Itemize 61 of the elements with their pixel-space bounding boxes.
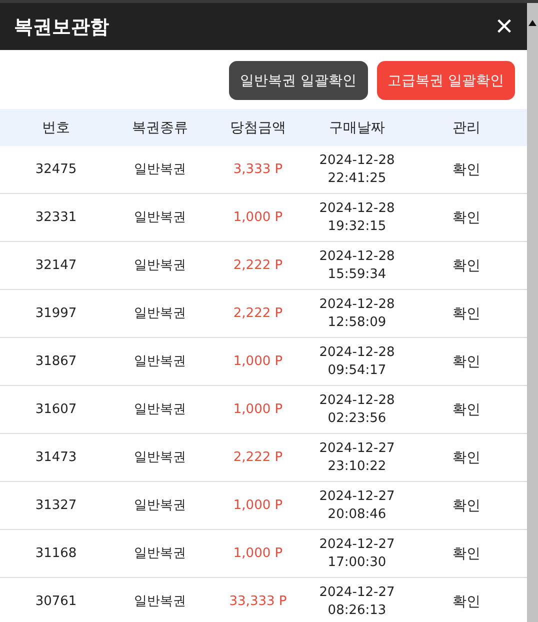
date-cell-text: 2024-12-28 09:54:17	[318, 344, 396, 380]
column-header: 복권종류	[131, 118, 189, 136]
close-button[interactable]: ×	[495, 14, 513, 40]
table-cell-text: 31997	[34, 304, 78, 322]
amount-cell-text: 1,000 P	[232, 496, 284, 514]
date-cell-text: 2024-12-28 12:58:09	[318, 296, 396, 332]
amount-cell-text: 1,000 P	[232, 352, 284, 370]
amount-cell-text: 3,333 P	[232, 160, 284, 178]
table-cell-text: 31327	[34, 496, 78, 514]
amount-cell-text: 2,222 P	[232, 256, 284, 274]
amount-cell-text: 2,222 P	[232, 304, 284, 322]
table-cell-text: 일반복권	[133, 592, 187, 610]
table-cell-text: 일반복권	[133, 400, 187, 418]
column-header: 당첨금액	[229, 118, 287, 136]
date-cell-text: 2024-12-27 20:08:46	[318, 488, 396, 524]
scrollbar[interactable]	[527, 3, 538, 622]
table-cell-text: 일반복권	[133, 352, 187, 370]
table-cell-text: 일반복권	[133, 448, 187, 466]
amount-cell-text: 2,222 P	[232, 448, 284, 466]
table-cell-text: 31607	[34, 400, 78, 418]
table-cell-text: 32475	[34, 160, 78, 178]
amount-cell-text: 1,000 P	[232, 208, 284, 226]
amount-cell-text: 1,000 P	[232, 400, 284, 418]
table-cell-text: 32331	[34, 208, 78, 226]
window-title: 복권보관함	[14, 14, 109, 40]
confirm-link[interactable]: 확인	[450, 206, 482, 228]
confirm-link[interactable]: 확인	[450, 302, 482, 324]
table-cell-text: 31867	[34, 352, 78, 370]
column-header: 관리	[452, 118, 482, 136]
confirm-link[interactable]: 확인	[450, 494, 482, 516]
confirm-all-button[interactable]: 일반복권 일괄확인	[229, 61, 368, 100]
confirm-link[interactable]: 확인	[450, 446, 482, 468]
table-cell-text: 일반복권	[133, 496, 187, 514]
confirm-link[interactable]: 확인	[450, 350, 482, 372]
date-cell-text: 2024-12-27 17:00:30	[318, 536, 396, 572]
table-cell-text: 일반복권	[133, 304, 187, 322]
table-cell-text: 일반복권	[133, 160, 187, 178]
date-cell-text: 2024-12-28 02:23:56	[318, 392, 396, 428]
confirm-link[interactable]: 확인	[450, 542, 482, 564]
amount-cell-text: 1,000 P	[232, 544, 284, 562]
amount-cell-text: 33,333 P	[228, 592, 288, 610]
table-cell-text: 일반복권	[133, 256, 187, 274]
premium-confirm-all-button[interactable]: 고급복권 일괄확인	[376, 61, 515, 100]
table-cell-text: 31473	[34, 448, 78, 466]
scroll-up-icon[interactable]	[528, 19, 537, 27]
table-cell-text: 30761	[34, 592, 78, 610]
confirm-link[interactable]: 확인	[450, 590, 482, 612]
column-header: 번호	[41, 118, 71, 136]
table-cell-text: 32147	[34, 256, 78, 274]
table-cell-text: 31168	[34, 544, 78, 562]
date-cell-text: 2024-12-27 08:26:13	[318, 584, 396, 620]
confirm-link[interactable]: 확인	[450, 398, 482, 420]
column-header: 구매날짜	[328, 118, 386, 136]
confirm-link[interactable]: 확인	[450, 254, 482, 276]
confirm-link[interactable]: 확인	[450, 158, 482, 180]
table-cell-text: 일반복권	[133, 208, 187, 226]
table-cell-text: 일반복권	[133, 544, 187, 562]
date-cell-text: 2024-12-27 23:10:22	[318, 440, 396, 476]
date-cell-text: 2024-12-28 19:32:15	[318, 200, 396, 236]
date-cell-text: 2024-12-28 15:59:34	[318, 248, 396, 284]
date-cell-text: 2024-12-28 22:41:25	[318, 152, 396, 188]
